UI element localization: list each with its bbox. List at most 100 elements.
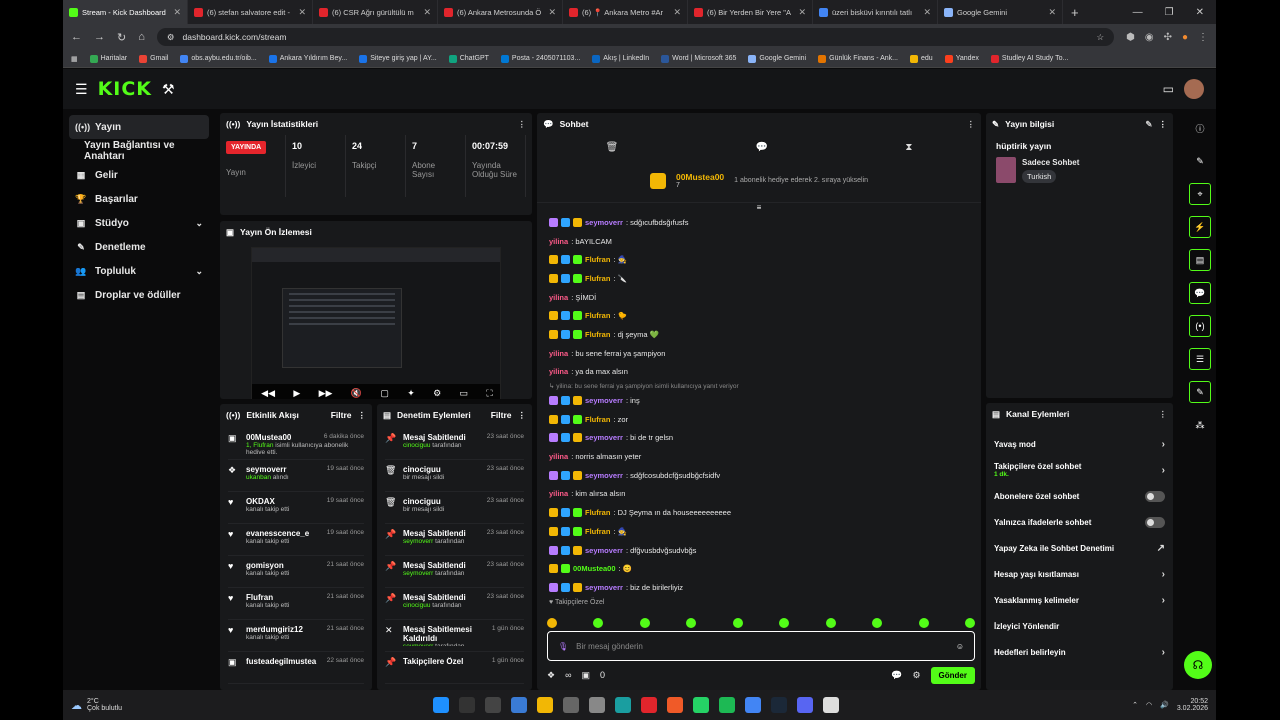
- sidebar-item[interactable]: ✎ Denetleme: [69, 235, 209, 259]
- chat-username[interactable]: Flufran: [585, 330, 610, 339]
- chat-username[interactable]: seymoverr: [585, 396, 623, 405]
- new-tab-button[interactable]: +: [1063, 5, 1087, 20]
- feed-item[interactable]: ♥ OKDAX 19 saat önce kanalı takip etti: [228, 492, 364, 524]
- brave-icon[interactable]: [667, 697, 683, 713]
- obs-icon[interactable]: [823, 697, 839, 713]
- emote-icon[interactable]: [964, 618, 975, 628]
- tray-chevron-icon[interactable]: ⌃: [1132, 701, 1138, 709]
- broadcast-icon[interactable]: (•): [1189, 315, 1211, 337]
- channel-action[interactable]: Yavaş mod ›: [986, 431, 1173, 457]
- list-icon[interactable]: ☰: [1189, 348, 1211, 370]
- user-avatar[interactable]: [1184, 79, 1204, 99]
- chat-input[interactable]: 🎙 Bir mesaj gönderin ☺: [547, 631, 975, 661]
- toggle-switch[interactable]: [1145, 516, 1165, 528]
- feed-item[interactable]: 📌 Mesaj Sabitlendi 23 saat önce seymoverr t…: [385, 524, 524, 556]
- mail-icon[interactable]: [589, 697, 605, 713]
- chat-username[interactable]: Flufran: [585, 274, 610, 283]
- bookmark-item[interactable]: edu: [910, 54, 933, 63]
- rewind-icon[interactable]: ◀◀: [261, 388, 275, 399]
- chat-username[interactable]: Flufran: [585, 508, 610, 517]
- info-icon[interactable]: ⓘ: [1189, 117, 1211, 139]
- bookmark-item[interactable]: Posta - 2405071103...: [500, 54, 580, 63]
- chat-username[interactable]: Flufran: [585, 527, 610, 536]
- chat-message[interactable]: seymoverr: sdğıcufbdsğıfusfs: [549, 213, 969, 232]
- chrome-icon[interactable]: [745, 697, 761, 713]
- sidebar-item[interactable]: Yayın Bağlantısı ve Anahtarı: [69, 139, 209, 163]
- chat-message[interactable]: yilina: norris almasın yeter: [549, 447, 969, 466]
- settings-icon[interactable]: ⚙: [912, 670, 920, 681]
- emote-icon[interactable]: [872, 618, 883, 628]
- wrench-icon[interactable]: ✎: [1189, 381, 1211, 403]
- chat-message[interactable]: Flufran: 🔪: [549, 269, 969, 288]
- emote-icon[interactable]: [825, 618, 836, 628]
- chat-message[interactable]: Flufran: DJ Şeyma ın da houseeeeeeeeee: [549, 503, 969, 522]
- opera-icon[interactable]: [641, 697, 657, 713]
- browser-tab[interactable]: (6) Ankara Metrosunda Ö ✕: [438, 0, 563, 24]
- bookmark-star-icon[interactable]: ☆: [1096, 32, 1104, 43]
- chat-username[interactable]: yilina: [549, 489, 568, 498]
- forward-icon[interactable]: →: [94, 31, 105, 43]
- chat-username[interactable]: yilina: [549, 293, 568, 302]
- sidebar-item[interactable]: ▦ Gelir: [69, 163, 209, 187]
- chat-username[interactable]: Flufran: [585, 311, 610, 320]
- mute-icon[interactable]: 🔇: [351, 388, 362, 399]
- url-field[interactable]: ⚙ dashboard.kick.com/stream ☆: [156, 28, 1115, 46]
- chat-username[interactable]: yilina: [549, 367, 568, 376]
- extension-icon[interactable]: ◉: [1145, 32, 1154, 43]
- chat-message[interactable]: yilina: ya da max alsın: [549, 363, 969, 382]
- menu-dots-icon[interactable]: ⋮: [1198, 32, 1208, 43]
- emote-icon[interactable]: [779, 618, 790, 628]
- chat-username[interactable]: seymoverr: [585, 546, 623, 555]
- emote-icon[interactable]: [593, 618, 604, 628]
- close-tab-icon[interactable]: ✕: [673, 7, 681, 18]
- followers-icon[interactable]: ❖: [547, 670, 555, 681]
- close-tab-icon[interactable]: ✕: [923, 7, 931, 18]
- filter-button[interactable]: Filtre: [491, 410, 512, 420]
- bookmark-item[interactable]: obs.aybu.edu.tr/oib...: [180, 54, 257, 63]
- channel-action[interactable]: Abonelere özel sohbet: [986, 483, 1173, 509]
- lightning-icon[interactable]: ⚡: [1189, 216, 1211, 238]
- chat-username[interactable]: yilina: [549, 452, 568, 461]
- channel-action[interactable]: Yapay Zeka ile Sohbet Denetimi ↗: [986, 535, 1173, 561]
- community-icon[interactable]: ⁂: [1189, 414, 1211, 436]
- feed-item[interactable]: 🗑 cinociguu 23 saat önce bir mesajı sildi: [385, 492, 524, 524]
- play-icon[interactable]: ▶: [293, 388, 300, 399]
- browser-tab[interactable]: (6) Bir Yerden Bir Yere "A ✕: [688, 0, 813, 24]
- browser-tab[interactable]: üzeri bisküvi kırıntılı tatlı ✕: [813, 0, 938, 24]
- bookmark-item[interactable]: Haritalar: [89, 54, 127, 63]
- channel-action[interactable]: Yasaklanmış kelimeler ›: [986, 587, 1173, 613]
- channel-action[interactable]: Hedefleri belirleyin ›: [986, 639, 1173, 665]
- bookmark-item[interactable]: Ankara Yıldırım Bey...: [268, 54, 347, 63]
- home-icon[interactable]: ⌂: [138, 31, 145, 43]
- bookmark-item[interactable]: Siteye giriş yap | AY...: [359, 54, 437, 63]
- send-button[interactable]: Gönder: [930, 666, 975, 684]
- chat-bubble-icon[interactable]: 💬: [891, 670, 902, 681]
- task-view-icon[interactable]: [485, 697, 501, 713]
- minimize-icon[interactable]: —: [1133, 7, 1143, 18]
- chat-message[interactable]: Flufran: 🧙: [549, 522, 969, 541]
- filter-button[interactable]: Filtre: [331, 410, 352, 420]
- more-options-icon[interactable]: ⋮: [1159, 409, 1168, 420]
- bookmark-item[interactable]: Yandex: [944, 54, 979, 63]
- chat-message[interactable]: yilina: bAYILCAM: [549, 232, 969, 251]
- bookmark-item[interactable]: Akış | LinkedIn: [592, 54, 649, 63]
- emote-icon[interactable]: [547, 618, 557, 628]
- feed-item[interactable]: ♥ Flufran 21 saat önce kanalı takip etti: [228, 588, 364, 620]
- feed-item[interactable]: 📌 Takipçilere Özel 1 gün önce: [385, 652, 524, 684]
- chevron-right-icon[interactable]: ›: [1162, 465, 1165, 476]
- chat-message[interactable]: yilina: kim alırsa alsın: [549, 485, 969, 504]
- close-tab-icon[interactable]: ✕: [173, 7, 181, 18]
- store-icon[interactable]: [563, 697, 579, 713]
- chat-message[interactable]: 00Mustea00: 😊: [549, 559, 969, 578]
- close-tab-icon[interactable]: ✕: [298, 7, 306, 18]
- reload-icon[interactable]: ↻: [117, 31, 126, 44]
- extensions-puzzle-icon[interactable]: ✣: [1164, 32, 1172, 43]
- close-tab-icon[interactable]: ✕: [548, 7, 556, 18]
- channel-action[interactable]: Hesap yaşı kısıtlaması ›: [986, 561, 1173, 587]
- maximize-icon[interactable]: ❐: [1165, 7, 1174, 18]
- channel-action[interactable]: Yalnızca ifadelerle sohbet: [986, 509, 1173, 535]
- apps-grid-icon[interactable]: ▦: [71, 55, 78, 63]
- chevron-down-icon[interactable]: ⌄: [195, 218, 203, 229]
- settings-icon[interactable]: ⚙: [433, 388, 441, 399]
- wifi-icon[interactable]: ◠: [1146, 701, 1152, 709]
